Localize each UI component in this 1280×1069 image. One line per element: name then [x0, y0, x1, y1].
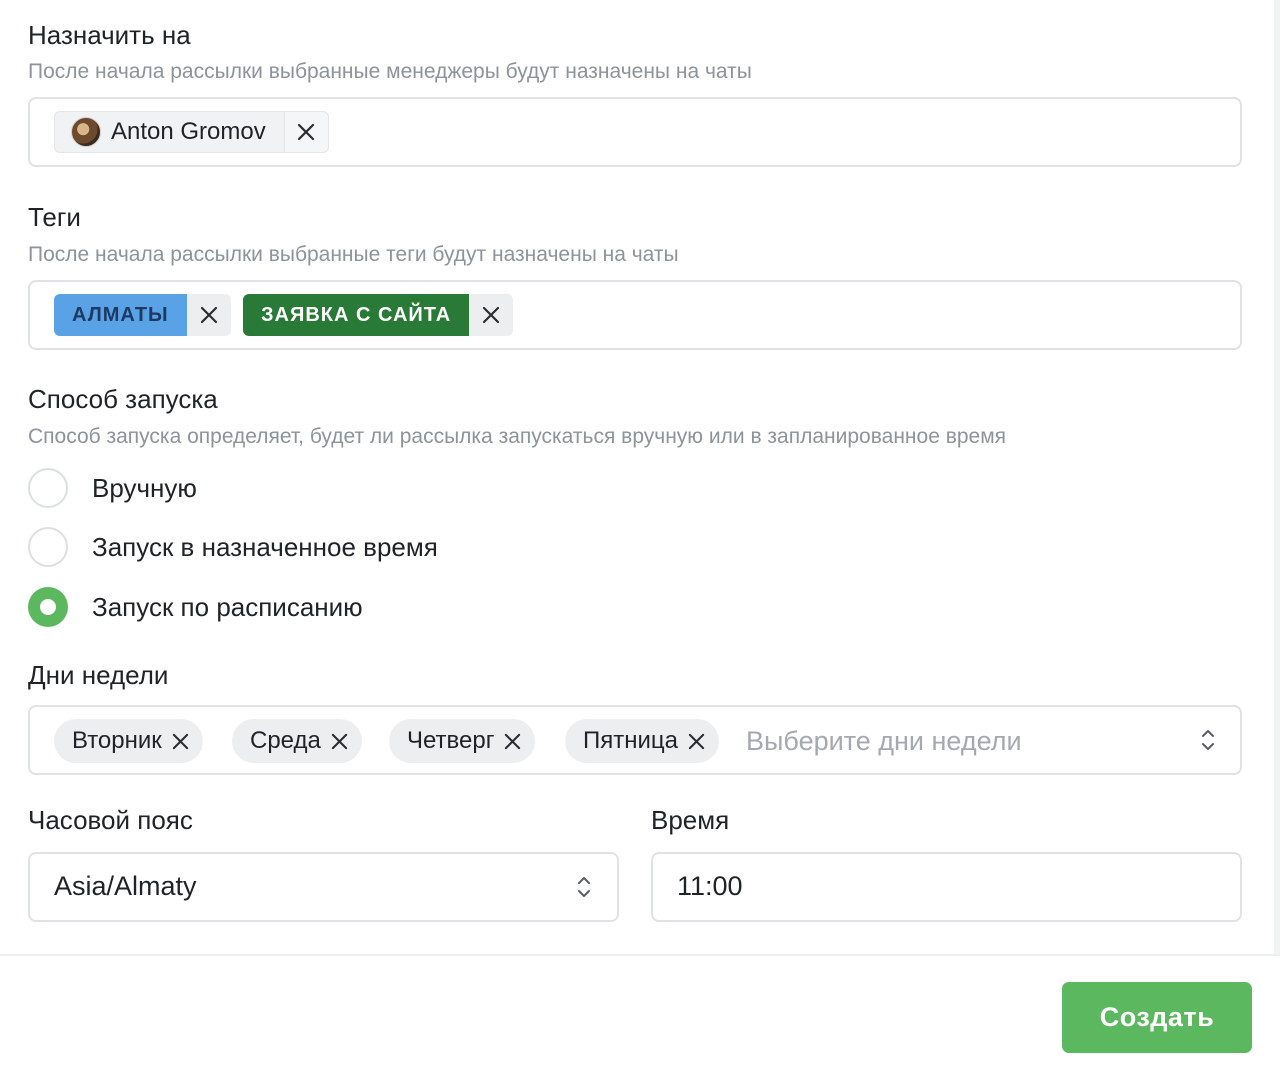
assignee-name: Anton Gromov: [111, 118, 266, 145]
time-value: 11:00: [677, 871, 743, 901]
day-label: Пятница: [583, 727, 678, 754]
remove-tag-button[interactable]: [186, 294, 231, 336]
tag-label: ЗАЯВКА С САЙТА: [243, 294, 470, 336]
time-input[interactable]: 11:00: [651, 852, 1242, 922]
assign-title: Назначить на: [28, 20, 191, 50]
assignee-chip: Anton Gromov: [54, 111, 329, 153]
radio-label: Запуск в назначенное время: [92, 531, 438, 562]
day-label: Среда: [250, 727, 321, 754]
close-icon[interactable]: [172, 733, 189, 750]
tag-chip: АЛМАТЫ: [54, 294, 231, 336]
radio-schedule[interactable]: Запуск по расписанию: [28, 586, 363, 628]
close-icon[interactable]: [331, 733, 348, 750]
tags-title: Теги: [28, 202, 81, 232]
timezone-select[interactable]: Asia/Almaty: [28, 852, 619, 922]
radio-manual[interactable]: Вручную: [28, 467, 197, 509]
remove-tag-button[interactable]: [469, 294, 514, 336]
radio-button[interactable]: [28, 527, 68, 567]
tags-hint: После начала рассылки выбранные теги буд…: [28, 243, 679, 266]
close-icon: [298, 123, 315, 141]
form-footer: Создать: [0, 954, 1280, 1069]
radio-button[interactable]: [28, 468, 68, 508]
avatar: [71, 117, 101, 147]
tags-select[interactable]: АЛМАТЫ ЗАЯВКА С САЙТА: [28, 280, 1242, 350]
timezone-value: Asia/Almaty: [54, 871, 197, 901]
close-icon: [483, 306, 500, 324]
tag-chip: ЗАЯВКА С САЙТА: [243, 294, 514, 336]
radio-button-checked[interactable]: [28, 587, 68, 627]
assignee-chip-main: Anton Gromov: [55, 112, 284, 152]
day-chip: Среда: [232, 719, 362, 763]
close-icon[interactable]: [504, 733, 521, 750]
chevron-updown-icon: [1202, 730, 1214, 750]
radio-label: Запуск по расписанию: [92, 591, 363, 622]
day-chip: Четверг: [389, 719, 536, 763]
day-chip: Вторник: [54, 719, 203, 763]
weekdays-title: Дни недели: [28, 660, 169, 690]
timezone-label: Часовой пояс: [28, 805, 193, 835]
radio-label: Вручную: [92, 472, 197, 503]
weekdays-placeholder: Выберите дни недели: [746, 726, 1022, 756]
create-button[interactable]: Создать: [1062, 982, 1252, 1053]
launch-hint: Способ запуска определяет, будет ли расс…: [28, 425, 1007, 448]
assign-hint: После начала рассылки выбранные менеджер…: [28, 60, 752, 83]
close-icon[interactable]: [688, 733, 705, 750]
day-chip: Пятница: [565, 719, 719, 763]
close-icon: [200, 306, 217, 324]
chevron-updown-icon: [578, 877, 590, 897]
day-label: Вторник: [72, 727, 162, 754]
campaign-form: Назначить на После начала рассылки выбра…: [0, 0, 1280, 1069]
tag-label: АЛМАТЫ: [54, 294, 187, 336]
remove-assignee-button[interactable]: [283, 112, 328, 152]
launch-title: Способ запуска: [28, 384, 218, 414]
day-label: Четверг: [407, 727, 495, 754]
assignee-select[interactable]: Anton Gromov: [28, 97, 1242, 167]
time-label: Время: [651, 805, 730, 835]
scrollbar-track[interactable]: [1274, 0, 1280, 955]
radio-scheduled-time[interactable]: Запуск в назначенное время: [28, 526, 438, 568]
weekdays-select[interactable]: Вторник Среда Четверг Пятница Выберите д…: [28, 705, 1242, 775]
